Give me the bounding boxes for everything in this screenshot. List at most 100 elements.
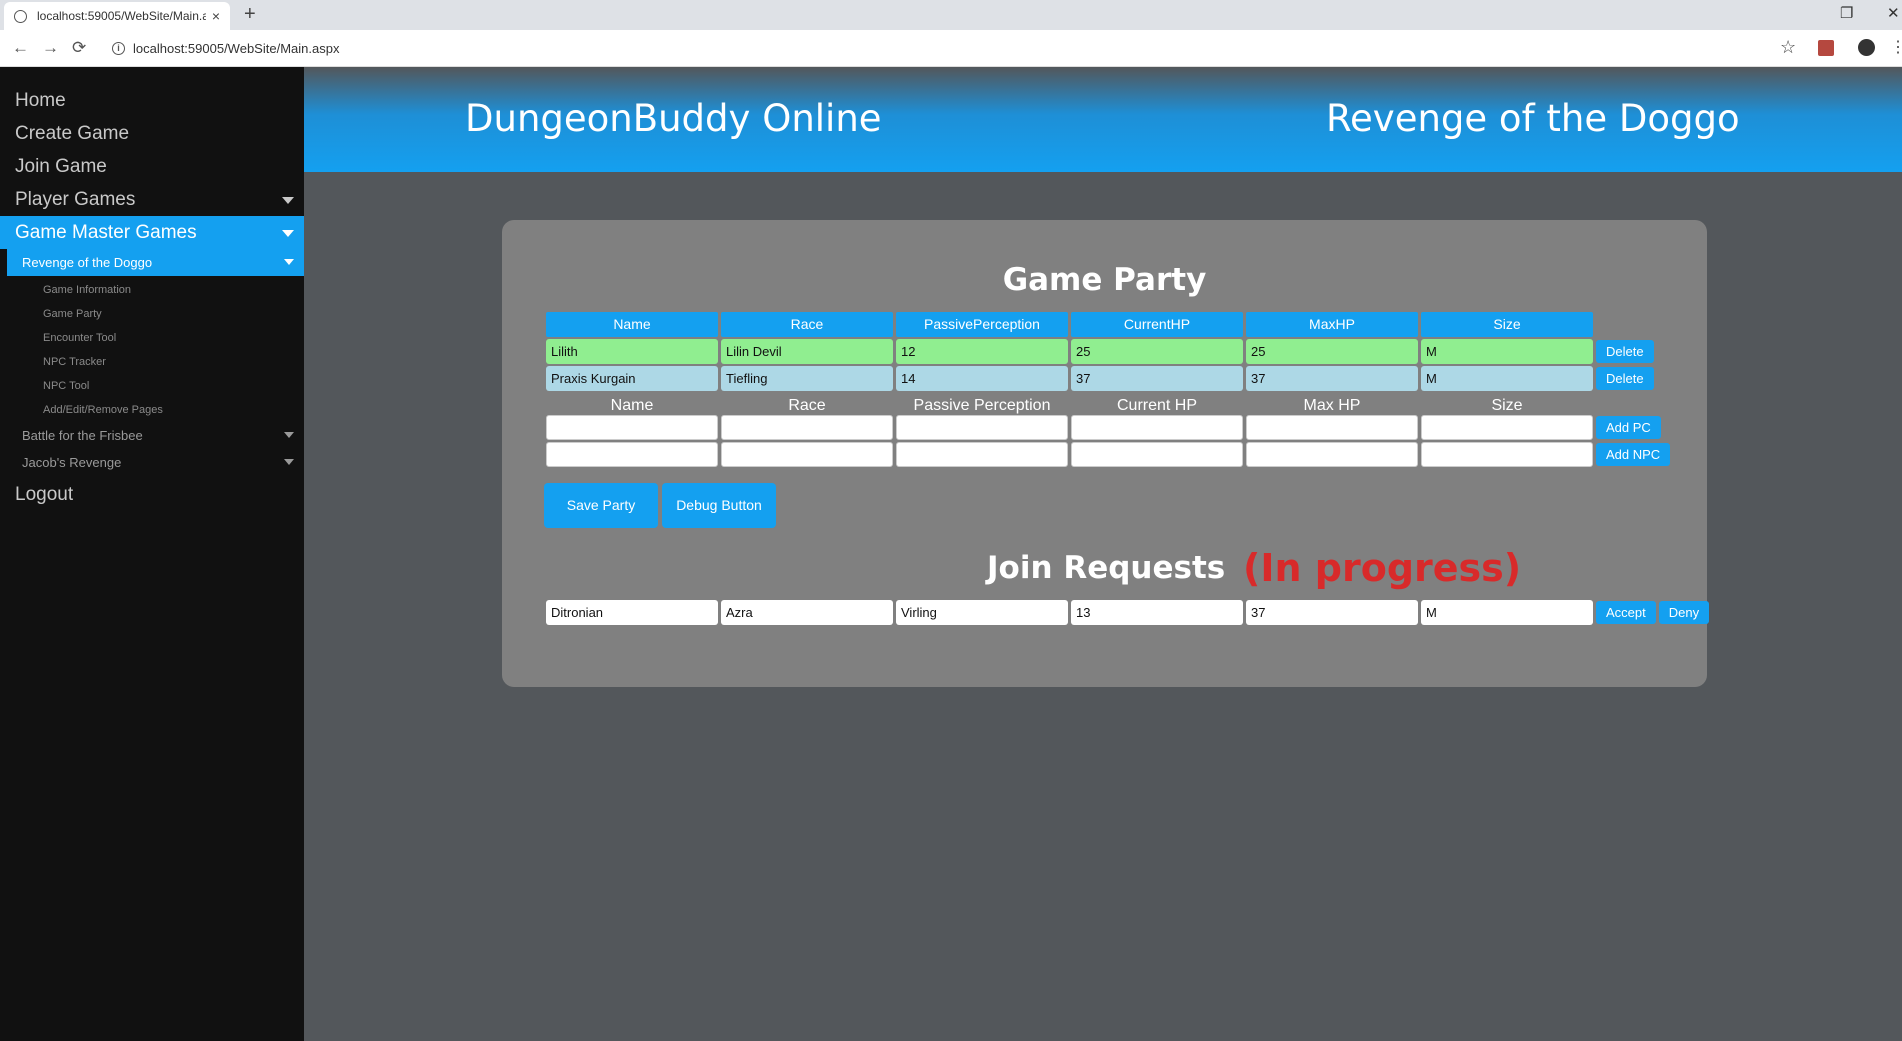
- sidebar: Home Create Game Join Game Player Games …: [0, 67, 304, 1041]
- column-header: MaxHP: [1246, 312, 1418, 337]
- sidebar-page-add-edit-remove-pages[interactable]: Add/Edit/Remove Pages: [0, 398, 304, 422]
- delete-button[interactable]: Delete: [1596, 340, 1654, 363]
- pc-passive-perception-input[interactable]: [896, 415, 1068, 440]
- label-passive-perception: Passive Perception: [913, 397, 1051, 414]
- cell-race[interactable]: Lilin Devil: [721, 339, 893, 364]
- sidebar-item-label: Home: [15, 90, 66, 111]
- pc-size-input[interactable]: [1421, 415, 1593, 440]
- cell-max-hp[interactable]: 37: [1246, 366, 1418, 391]
- cell-current-hp[interactable]: 37: [1071, 366, 1243, 391]
- label-name: Name: [610, 397, 654, 414]
- save-party-button[interactable]: Save Party: [544, 483, 658, 528]
- request-name: Ditronian: [546, 600, 718, 625]
- reload-icon[interactable]: ⟳: [72, 38, 86, 58]
- cell-size[interactable]: M: [1421, 339, 1593, 364]
- cell-name[interactable]: Lilith: [546, 339, 718, 364]
- sidebar-item-label: Revenge of the Doggo: [22, 255, 153, 270]
- chevron-down-icon: [284, 432, 294, 438]
- label-max-hp: Max HP: [1303, 397, 1361, 414]
- close-window-icon[interactable]: ✕: [1887, 4, 1900, 22]
- sidebar-page-game-information[interactable]: Game Information: [0, 278, 304, 302]
- sidebar-item-label: Logout: [15, 484, 74, 505]
- pc-race-input[interactable]: [721, 415, 893, 440]
- join-request-row: Ditronian Azra Virling 13 37 M Accept De…: [546, 600, 1712, 626]
- browser-tab-bar: localhost:59005/WebSite/Main.a × + ❐ ✕: [0, 0, 1902, 30]
- account-icon[interactable]: [1858, 39, 1875, 56]
- label-size: Size: [1491, 397, 1523, 414]
- cell-race[interactable]: Tiefling: [721, 366, 893, 391]
- url-field[interactable]: localhost:59005/WebSite/Main.aspx: [133, 41, 339, 56]
- pc-name-input[interactable]: [546, 415, 718, 440]
- browser-tab[interactable]: localhost:59005/WebSite/Main.a ×: [4, 2, 230, 30]
- label-race: Race: [788, 397, 826, 414]
- sidebar-game-battle-for-the-frisbee[interactable]: Battle for the Frisbee: [0, 422, 304, 449]
- table-row: Praxis Kurgain Tiefling 14 37 37 M Delet…: [546, 366, 1657, 392]
- bookmark-star-icon[interactable]: ☆: [1780, 37, 1796, 58]
- cell-size[interactable]: M: [1421, 366, 1593, 391]
- browser-menu-icon[interactable]: ⋮: [1890, 37, 1902, 57]
- pc-current-hp-input[interactable]: [1071, 415, 1243, 440]
- sidebar-game-jacobs-revenge[interactable]: Jacob's Revenge: [0, 449, 304, 476]
- npc-race-input[interactable]: [721, 442, 893, 467]
- npc-current-hp-input[interactable]: [1071, 442, 1243, 467]
- npc-size-input[interactable]: [1421, 442, 1593, 467]
- new-pc-row: Add PC: [546, 415, 1664, 441]
- chevron-down-icon: [284, 259, 294, 265]
- back-icon[interactable]: ←: [12, 38, 29, 58]
- sidebar-page-npc-tool[interactable]: NPC Tool: [0, 374, 304, 398]
- cell-name[interactable]: Praxis Kurgain: [546, 366, 718, 391]
- pc-max-hp-input[interactable]: [1246, 415, 1418, 440]
- sidebar-game-revenge-of-the-doggo[interactable]: Revenge of the Doggo: [7, 249, 304, 276]
- page-header: DungeonBuddy Online Revenge of the Doggo: [304, 67, 1902, 172]
- new-npc-row: Add NPC: [546, 442, 1673, 468]
- cell-max-hp[interactable]: 25: [1246, 339, 1418, 364]
- debug-button[interactable]: Debug Button: [662, 483, 776, 528]
- sidebar-item-game-master-games[interactable]: Game Master Games: [0, 216, 304, 249]
- chevron-down-icon: [282, 197, 294, 204]
- page-title: Game Party: [1002, 262, 1207, 298]
- sidebar-page-encounter-tool[interactable]: Encounter Tool: [0, 326, 304, 350]
- new-tab-button[interactable]: +: [244, 3, 256, 26]
- restore-window-icon[interactable]: ❐: [1840, 4, 1853, 22]
- request-passive-perception: 13: [1071, 600, 1243, 625]
- close-tab-icon[interactable]: ×: [212, 8, 220, 24]
- cell-current-hp[interactable]: 25: [1071, 339, 1243, 364]
- cell-passive-perception[interactable]: 12: [896, 339, 1068, 364]
- sidebar-item-logout[interactable]: Logout: [0, 478, 304, 511]
- address-bar: ← → ⟳ i localhost:59005/WebSite/Main.asp…: [0, 30, 1902, 67]
- label-current-hp: Current HP: [1116, 397, 1198, 414]
- pdf-extension-icon[interactable]: [1818, 40, 1834, 56]
- npc-max-hp-input[interactable]: [1246, 442, 1418, 467]
- site-title: DungeonBuddy Online: [465, 97, 882, 140]
- sidebar-item-label: Battle for the Frisbee: [22, 428, 143, 443]
- sidebar-item-create-game[interactable]: Create Game: [0, 117, 304, 150]
- party-table-header: Name Race PassivePerception CurrentHP Ma…: [546, 312, 1596, 338]
- npc-passive-perception-input[interactable]: [896, 442, 1068, 467]
- cell-passive-perception[interactable]: 14: [896, 366, 1068, 391]
- game-title: Revenge of the Doggo: [1326, 97, 1740, 140]
- request-size: M: [1421, 600, 1593, 625]
- request-hp: 37: [1246, 600, 1418, 625]
- game-party-panel: Game Party Name Race PassivePerception C…: [502, 220, 1710, 687]
- sidebar-page-npc-tracker[interactable]: NPC Tracker: [0, 350, 304, 374]
- table-row: Lilith Lilin Devil 12 25 25 M Delete: [546, 339, 1657, 365]
- request-class: Virling: [896, 600, 1068, 625]
- chevron-down-icon: [284, 459, 294, 465]
- forward-icon[interactable]: →: [42, 38, 59, 58]
- delete-button[interactable]: Delete: [1596, 367, 1654, 390]
- accept-button[interactable]: Accept: [1596, 601, 1656, 624]
- deny-button[interactable]: Deny: [1658, 601, 1710, 624]
- sidebar-item-player-games[interactable]: Player Games: [0, 183, 304, 216]
- npc-name-input[interactable]: [546, 442, 718, 467]
- add-pc-button[interactable]: Add PC: [1596, 416, 1661, 439]
- sidebar-page-game-party[interactable]: Game Party: [0, 302, 304, 326]
- column-header: PassivePerception: [896, 312, 1068, 337]
- column-header: CurrentHP: [1071, 312, 1243, 337]
- add-npc-button[interactable]: Add NPC: [1596, 443, 1671, 466]
- sidebar-item-join-game[interactable]: Join Game: [0, 150, 304, 183]
- sidebar-item-home[interactable]: Home: [0, 84, 304, 117]
- globe-icon: [14, 9, 27, 23]
- chevron-down-icon: [282, 230, 294, 237]
- info-icon[interactable]: i: [112, 42, 125, 55]
- sidebar-item-label: Game Master Games: [15, 222, 197, 243]
